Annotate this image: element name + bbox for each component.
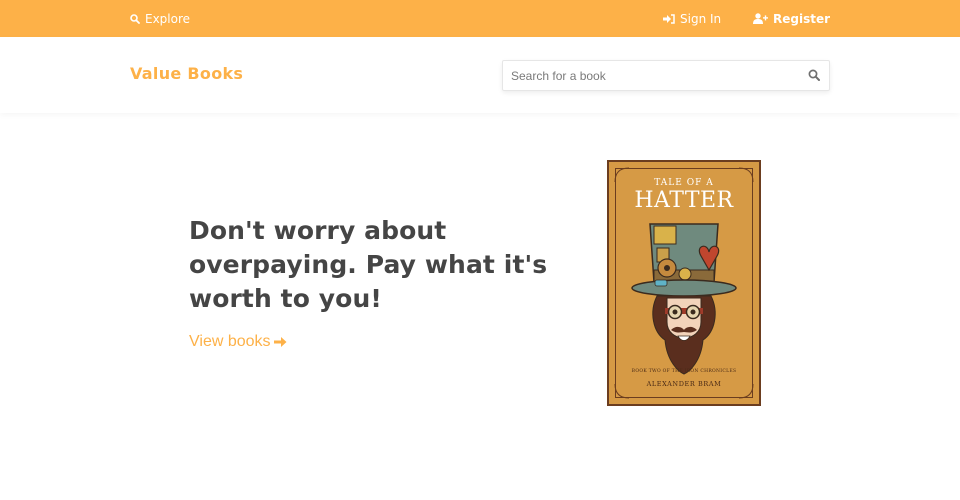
cover-title-small: TALE OF A xyxy=(654,178,714,188)
cover-author: ALEXANDER BRAM xyxy=(646,380,722,388)
search-icon xyxy=(130,13,140,24)
headline-line-1: Don't worry about xyxy=(189,216,447,245)
explore-link[interactable]: Explore xyxy=(130,0,190,37)
view-books-label: View books xyxy=(189,333,271,350)
sign-in-icon xyxy=(663,13,675,24)
headline-line-3: worth to you! xyxy=(189,284,382,313)
search-box xyxy=(502,60,830,91)
hero-headline: Don't worry about overpaying. Pay what i… xyxy=(189,214,549,316)
sign-in-label: Sign In xyxy=(680,11,722,26)
arrow-right-icon xyxy=(273,337,287,347)
book-cover[interactable]: TALE OF A HATTER BOOK TWO OF THE IRON CH… xyxy=(607,160,761,406)
brand-logo[interactable]: Value Books xyxy=(130,64,243,83)
top-bar: Explore Sign In Register xyxy=(0,0,960,37)
register-label: Register xyxy=(773,11,831,26)
search-input[interactable] xyxy=(503,61,793,90)
register-link[interactable]: Register xyxy=(753,0,830,37)
sign-in-link[interactable]: Sign In xyxy=(663,0,721,37)
site-header: Value Books xyxy=(0,37,960,113)
explore-label: Explore xyxy=(145,11,191,26)
cover-series: BOOK TWO OF THE IRON CHRONICLES xyxy=(631,369,737,374)
cover-title-large: HATTER xyxy=(634,188,734,213)
user-plus-icon xyxy=(753,13,768,24)
headline-line-2: overpaying. Pay what it's xyxy=(189,250,548,279)
view-books-link[interactable]: View books xyxy=(189,333,287,351)
search-icon[interactable] xyxy=(808,69,820,81)
